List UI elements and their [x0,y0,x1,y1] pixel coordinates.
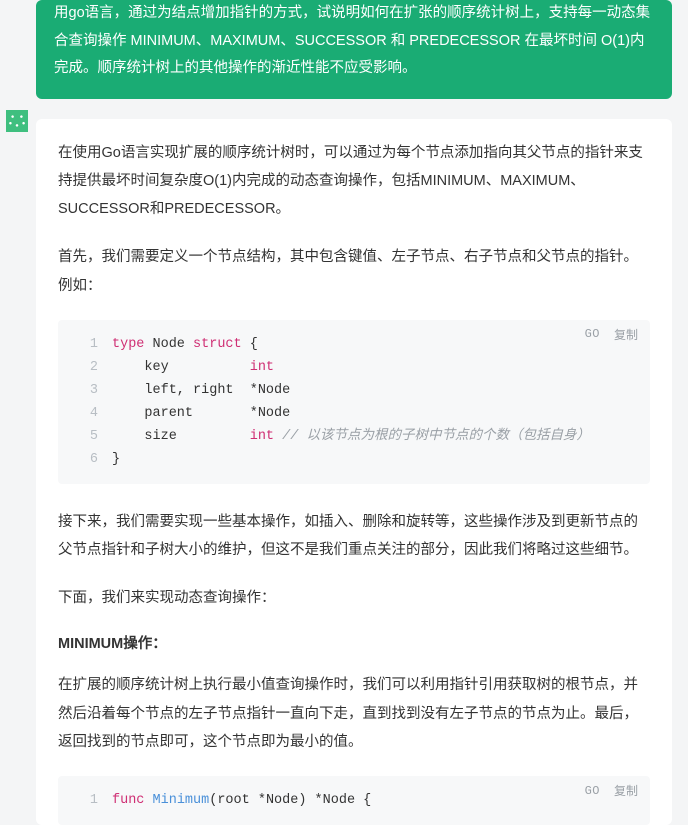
paragraph: 下面，我们来实现动态查询操作： [58,584,650,612]
code-text: size int // 以该节点为根的子树中节点的个数（包括自身） [112,426,590,449]
code-body: 1 type Node struct { 2 key int 3 left, r… [58,320,650,484]
assistant-response: 在使用Go语言实现扩展的顺序统计树时，可以通过为每个节点添加指向其父节点的指针来… [36,119,672,825]
code-line: 3 left, right *Node [74,380,634,403]
assistant-avatar [6,110,28,132]
code-line: 1 type Node struct { [74,334,634,357]
line-number: 5 [74,426,98,449]
code-line: 1 func Minimum(root *Node) *Node { [74,790,634,813]
section-heading-minimum: MINIMUM操作： [58,632,650,653]
paragraph: 首先，我们需要定义一个节点结构，其中包含键值、左子节点、右子节点和父节点的指针。… [58,243,650,300]
code-text: type Node struct { [112,334,258,357]
code-language-label: GO [585,327,600,341]
paragraph: 在使用Go语言实现扩展的顺序统计树时，可以通过为每个节点添加指向其父节点的指针来… [58,139,650,224]
code-header: GO 复制 [585,326,638,343]
code-block-minimum: GO 复制 1 func Minimum(root *Node) *Node { [58,776,650,825]
line-number: 6 [74,449,98,472]
copy-button[interactable]: 复制 [614,782,638,799]
code-block-node-struct: GO 复制 1 type Node struct { 2 key int 3 l… [58,320,650,484]
code-line: 6 } [74,449,634,472]
code-text: } [112,449,120,472]
line-number: 4 [74,403,98,426]
code-text: parent *Node [112,403,290,426]
prompt-message: 用go语言，通过为结点增加指针的方式，试说明如何在扩张的顺序统计树上，支持每一动… [36,0,672,99]
line-number: 1 [74,334,98,357]
code-body: 1 func Minimum(root *Node) *Node { [58,776,650,825]
code-text: func Minimum(root *Node) *Node { [112,790,371,813]
line-number: 2 [74,357,98,380]
copy-button[interactable]: 复制 [614,326,638,343]
line-number: 1 [74,790,98,813]
code-text: key int [112,357,274,380]
code-text: left, right *Node [112,380,290,403]
code-language-label: GO [585,784,600,798]
paragraph: 在扩展的顺序统计树上执行最小值查询操作时，我们可以利用指针引用获取树的根节点，并… [58,671,650,756]
line-number: 3 [74,380,98,403]
code-line: 5 size int // 以该节点为根的子树中节点的个数（包括自身） [74,426,634,449]
code-header: GO 复制 [585,782,638,799]
code-line: 4 parent *Node [74,403,634,426]
paragraph: 接下来，我们需要实现一些基本操作，如插入、删除和旋转等，这些操作涉及到更新节点的… [58,508,650,565]
prompt-text: 用go语言，通过为结点增加指针的方式，试说明如何在扩张的顺序统计树上，支持每一动… [54,5,650,76]
code-line: 2 key int [74,357,634,380]
